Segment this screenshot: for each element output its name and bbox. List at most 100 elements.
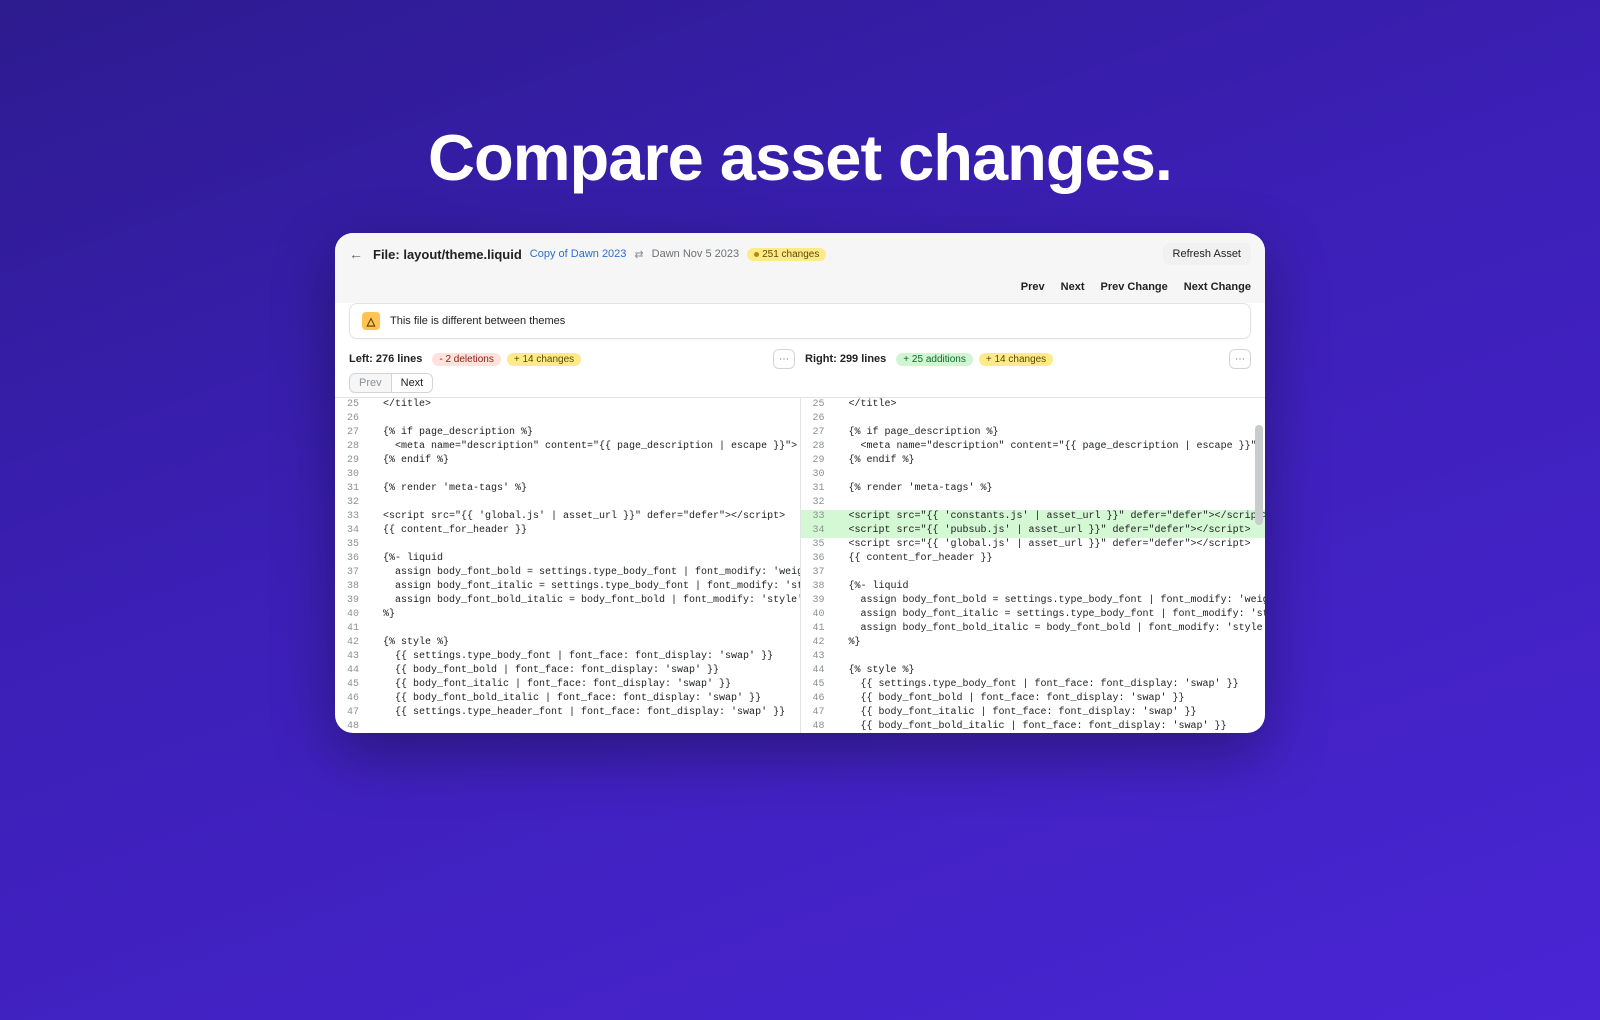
line-number: 30 [801,468,833,482]
code-text: {{ body_font_bold_italic | font_face: fo… [833,720,1266,733]
code-line: 45 {{ settings.type_body_font | font_fac… [801,678,1266,692]
code-text: </title> [833,398,1266,412]
theme-left-link[interactable]: Copy of Dawn 2023 [530,248,627,260]
code-line: 43 [801,650,1266,664]
left-more-button[interactable]: ⋯ [773,349,795,369]
code-line: 30 [801,468,1266,482]
code-text [833,496,1266,510]
line-number: 35 [335,538,367,552]
code-line: 33 <script src="{{ 'global.js' | asset_u… [335,510,800,524]
line-number: 33 [335,510,367,524]
prev-button[interactable]: Prev [349,373,392,393]
left-diff-pane[interactable]: 25 </title>2627 {% if page_description %… [335,398,801,733]
code-text: {{ body_font_bold | font_face: font_disp… [367,664,800,678]
code-text [833,650,1266,664]
code-text: {% if page_description %} [367,426,800,440]
line-number: 25 [335,398,367,412]
file-title: File: layout/theme.liquid [373,247,522,262]
code-text: <script src="{{ 'global.js' | asset_url … [367,510,800,524]
line-number: 27 [335,426,367,440]
right-diff-pane[interactable]: 25 </title>2627 {% if page_description %… [801,398,1266,733]
code-line: 48 {{ body_font_bold_italic | font_face:… [801,720,1266,733]
line-number: 41 [335,622,367,636]
line-number: 33 [801,510,833,524]
code-text [367,622,800,636]
code-line: 25 </title> [801,398,1266,412]
next-button[interactable]: Next [392,373,434,393]
code-line: 31 {% render 'meta-tags' %} [335,482,800,496]
code-text: {% render 'meta-tags' %} [833,482,1266,496]
right-more-button[interactable]: ⋯ [1229,349,1251,369]
code-text: {{ body_font_bold_italic | font_face: fo… [367,692,800,706]
line-number: 25 [801,398,833,412]
nav-next[interactable]: Next [1061,281,1085,293]
left-lines-label: Left: 276 lines [349,353,422,365]
code-text: <script src="{{ 'pubsub.js' | asset_url … [833,524,1266,538]
line-number: 32 [335,496,367,510]
right-lines-label: Right: 299 lines [805,353,886,365]
line-number: 34 [335,524,367,538]
code-text: <meta name="description" content="{{ pag… [367,440,800,454]
code-text: {% style %} [367,636,800,650]
code-line: 46 {{ body_font_bold_italic | font_face:… [335,692,800,706]
code-text: {% endif %} [367,454,800,468]
code-text: assign body_font_bold = settings.type_bo… [367,566,800,580]
code-text: {%- liquid [367,552,800,566]
alert-text: This file is different between themes [390,315,565,327]
code-line: 32 [801,496,1266,510]
code-line: 32 [335,496,800,510]
code-line: 46 {{ body_font_bold | font_face: font_d… [801,692,1266,706]
scrollbar-thumb[interactable] [1255,425,1263,526]
code-line: 26 [335,412,800,426]
code-text: {% render 'meta-tags' %} [367,482,800,496]
line-number: 27 [801,426,833,440]
left-changes-badge: + 14 changes [507,353,581,366]
code-text [833,566,1266,580]
line-number: 28 [335,440,367,454]
code-text: <meta name="description" content="{{ pag… [833,440,1266,454]
line-number: 46 [801,692,833,706]
line-number: 35 [801,538,833,552]
nav-prev[interactable]: Prev [1021,281,1045,293]
hero-title: Compare asset changes. [0,120,1600,195]
line-number: 39 [801,594,833,608]
code-line: 31 {% render 'meta-tags' %} [801,482,1266,496]
code-text: assign body_font_bold_italic = body_font… [833,622,1266,636]
code-line: 40 assign body_font_italic = settings.ty… [801,608,1266,622]
left-pane-header: Left: 276 lines - 2 deletions + 14 chang… [349,349,795,369]
line-number: 31 [335,482,367,496]
deletions-badge: - 2 deletions [432,353,500,366]
code-text [367,720,800,733]
line-number: 45 [335,678,367,692]
topbar: ← File: layout/theme.liquid Copy of Dawn… [335,233,1265,275]
line-number: 41 [801,622,833,636]
line-number: 37 [801,566,833,580]
code-text: assign body_font_bold = settings.type_bo… [833,594,1266,608]
line-number: 26 [335,412,367,426]
code-line: 45 {{ body_font_italic | font_face: font… [335,678,800,692]
refresh-asset-button[interactable]: Refresh Asset [1163,243,1251,265]
theme-right-label: Dawn Nov 5 2023 [652,248,739,260]
additions-badge: + 25 additions [896,353,973,366]
back-arrow-icon[interactable]: ← [349,246,365,262]
swap-icon[interactable]: ⇄ [634,248,643,261]
code-line: 27 {% if page_description %} [335,426,800,440]
nav-next-change[interactable]: Next Change [1184,281,1251,293]
line-number: 31 [801,482,833,496]
code-text [367,468,800,482]
app-window: ← File: layout/theme.liquid Copy of Dawn… [335,233,1265,733]
code-text: <script src="{{ 'constants.js' | asset_u… [833,510,1266,524]
code-text: {{ body_font_italic | font_face: font_di… [833,706,1266,720]
right-changes-badge: + 14 changes [979,353,1053,366]
code-text: assign body_font_bold_italic = body_font… [367,594,800,608]
code-text: {% endif %} [833,454,1266,468]
code-line: 42 {% style %} [335,636,800,650]
code-line: 44 {% style %} [801,664,1266,678]
code-text [833,468,1266,482]
dot-icon [754,252,759,257]
code-line: 29 {% endif %} [801,454,1266,468]
code-line: 38 {%- liquid [801,580,1266,594]
nav-prev-change[interactable]: Prev Change [1101,281,1168,293]
code-text: {{ settings.type_body_font | font_face: … [833,678,1266,692]
prev-next-group: Prev Next [335,369,1265,393]
